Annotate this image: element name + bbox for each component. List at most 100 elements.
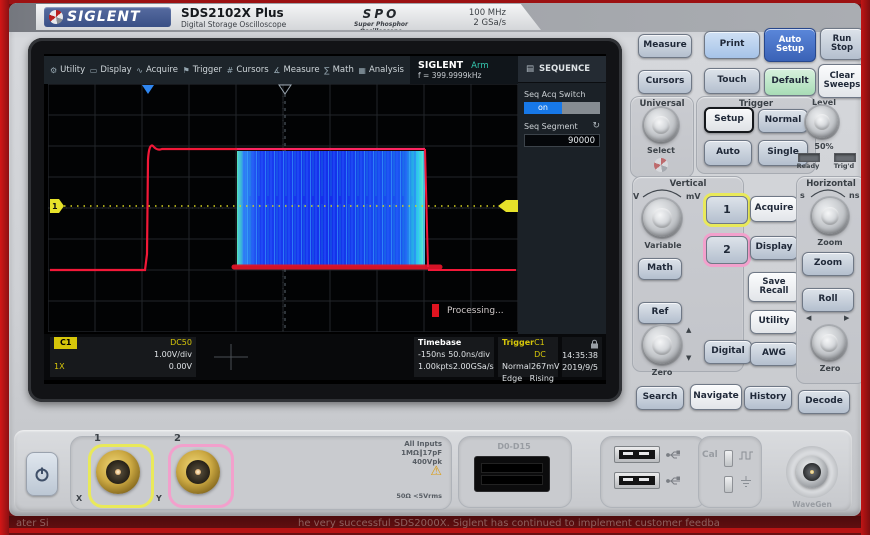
siglent-pinwheel-icon xyxy=(49,10,63,24)
down-arrow-icon: ▼ xyxy=(686,354,691,362)
cal-label: Cal xyxy=(702,450,718,460)
auto-setup-button[interactable]: Auto Setup xyxy=(764,28,816,62)
power-icon xyxy=(34,466,50,482)
clock-date: 2019/9/5 xyxy=(562,362,598,374)
waveform-display: 1 xyxy=(48,84,518,332)
wavegen-bnc-connector xyxy=(796,456,828,488)
horizontal-scale-knob[interactable] xyxy=(812,198,848,234)
usb-icon-2 xyxy=(666,476,682,486)
trigger-level-value: 267mV xyxy=(531,361,560,373)
lock-icon xyxy=(590,339,599,349)
trigger-source: C1 DC xyxy=(534,337,554,361)
ready-led-label: Ready xyxy=(796,162,820,170)
seq-acq-switch-toggle[interactable]: on xyxy=(524,102,600,114)
refresh-icon[interactable]: ↻ xyxy=(592,121,600,131)
sequence-title: SEQUENCE xyxy=(539,64,590,74)
channel1-button[interactable]: 1 xyxy=(706,196,748,224)
menu-analysis[interactable]: ▦Analysis xyxy=(358,65,404,75)
trigger-title: Trigger xyxy=(502,337,534,361)
seq-segment-label: Seq Segment xyxy=(518,122,584,131)
digital-input-label: D0-D15 xyxy=(458,442,570,451)
history-button[interactable]: History xyxy=(744,386,792,410)
x-axis-label: X xyxy=(76,494,82,503)
toggle-on-state: on xyxy=(524,102,562,114)
menu-measure[interactable]: ∡Measure xyxy=(273,65,319,75)
run-stop-button[interactable]: Run Stop xyxy=(820,28,864,60)
search-button[interactable]: Search xyxy=(636,386,684,410)
timebase-title: Timebase xyxy=(418,337,461,349)
noise-burst-texture xyxy=(237,151,425,266)
channel1-probe: 1X xyxy=(54,361,65,373)
trigger-normal-button[interactable]: Normal xyxy=(758,109,808,133)
print-button[interactable]: Print xyxy=(704,31,760,59)
measure-button[interactable]: Measure xyxy=(638,34,692,58)
cursors-icon: # xyxy=(227,66,234,75)
ns-label: ns xyxy=(849,191,859,200)
model-subtitle: Digital Storage Oscilloscope xyxy=(181,20,286,29)
volt-label: V xyxy=(633,192,639,201)
power-button[interactable] xyxy=(26,452,58,496)
digital-button[interactable]: Digital xyxy=(704,340,752,364)
vertical-position-knob[interactable] xyxy=(643,326,681,364)
math-button[interactable]: Math xyxy=(638,258,682,280)
millivolt-label: mV xyxy=(686,192,701,201)
horizontal-position-knob[interactable] xyxy=(812,326,846,360)
ref-button[interactable]: Ref xyxy=(638,302,682,324)
menu-display-label: Display xyxy=(100,65,131,75)
processing-icon xyxy=(432,304,439,317)
timebase-points: 1.00kpts xyxy=(418,361,453,373)
status-bar: C1 DC50 1.00V/div 1X 0.00V Timebase -150… xyxy=(44,334,606,380)
channel1-offset: 0.00V xyxy=(169,361,192,373)
cal-recess xyxy=(698,436,762,508)
vertical-scale-knob[interactable] xyxy=(643,199,681,237)
left-arrow-icon: ◀ xyxy=(806,314,811,322)
menu-cursors[interactable]: #Cursors xyxy=(227,65,269,75)
channel1-badge: C1 xyxy=(54,337,77,349)
processing-text: Processing... xyxy=(447,306,504,316)
gear-icon: ⚙ xyxy=(50,66,57,75)
trigd-led-label: Trig'd xyxy=(832,162,856,170)
menu-display[interactable]: ▭Display xyxy=(90,65,132,75)
brand-name: SIGLENT xyxy=(67,9,141,25)
menu-acquire[interactable]: ∿Acquire xyxy=(136,65,178,75)
display-button[interactable]: Display xyxy=(750,236,798,260)
channel1-descriptor[interactable]: C1 DC50 1.00V/div 1X 0.00V xyxy=(50,337,196,377)
trigger-level-knob[interactable] xyxy=(806,106,838,138)
trigger-descriptor[interactable]: Trigger C1 DC Normal 267mV Edge Rising xyxy=(498,337,558,377)
timebase-delay: -150ns xyxy=(418,349,445,361)
sequence-dialog: ▤ SEQUENCE Seq Acq Switch on Seq Segment… xyxy=(518,56,606,334)
menu-utility[interactable]: ⚙Utility xyxy=(50,65,85,75)
channel1-marker-label: 1 xyxy=(52,202,58,211)
sample-rate: 2 GSa/s xyxy=(444,18,506,28)
channel2-button[interactable]: 2 xyxy=(706,236,748,264)
awg-button[interactable]: AWG xyxy=(750,342,798,366)
clipboard-icon: ▤ xyxy=(526,64,534,74)
roll-button[interactable]: Roll xyxy=(802,288,854,312)
save-recall-button[interactable]: Save Recall xyxy=(748,272,800,302)
cursors-button[interactable]: Cursors xyxy=(638,70,692,94)
squarewave-icon xyxy=(738,450,754,460)
touch-button[interactable]: Touch xyxy=(704,68,760,94)
trigger-auto-button[interactable]: Auto xyxy=(704,140,752,166)
sequence-header: ▤ SEQUENCE xyxy=(518,56,606,83)
navigate-button[interactable]: Navigate xyxy=(690,384,742,410)
zoom-button[interactable]: Zoom xyxy=(802,252,854,276)
seq-segment-value[interactable]: 90000 xyxy=(524,134,600,147)
wavegen-label: WaveGen xyxy=(782,500,842,509)
menu-math[interactable]: ∑Math xyxy=(324,65,354,75)
default-button[interactable]: Default xyxy=(764,68,816,96)
clear-sweeps-button[interactable]: Clear Sweeps xyxy=(818,64,866,98)
channel1-scale: 1.00V/div xyxy=(154,349,192,361)
utility-button[interactable]: Utility xyxy=(750,310,798,334)
decode-button[interactable]: Decode xyxy=(798,390,850,414)
branding-plate: SIGLENT SDS2102X Plus Digital Storage Os… xyxy=(36,4,541,30)
timebase-descriptor[interactable]: Timebase -150ns 50.0ns/div 1.00kpts 2.00… xyxy=(414,337,494,377)
wave-icon: ∿ xyxy=(136,66,143,75)
input-ratings-line2: 1MΩ‖17pF xyxy=(370,449,442,458)
acquire-button[interactable]: Acquire xyxy=(750,196,798,222)
universal-knob[interactable] xyxy=(644,108,678,142)
screen-brand-block: SIGLENT Arm f = 399.9999kHz xyxy=(410,56,518,84)
trigger-setup-button[interactable]: Setup xyxy=(704,107,754,133)
menu-trigger[interactable]: ⚑Trigger xyxy=(183,65,223,75)
display-icon: ▭ xyxy=(90,66,98,75)
